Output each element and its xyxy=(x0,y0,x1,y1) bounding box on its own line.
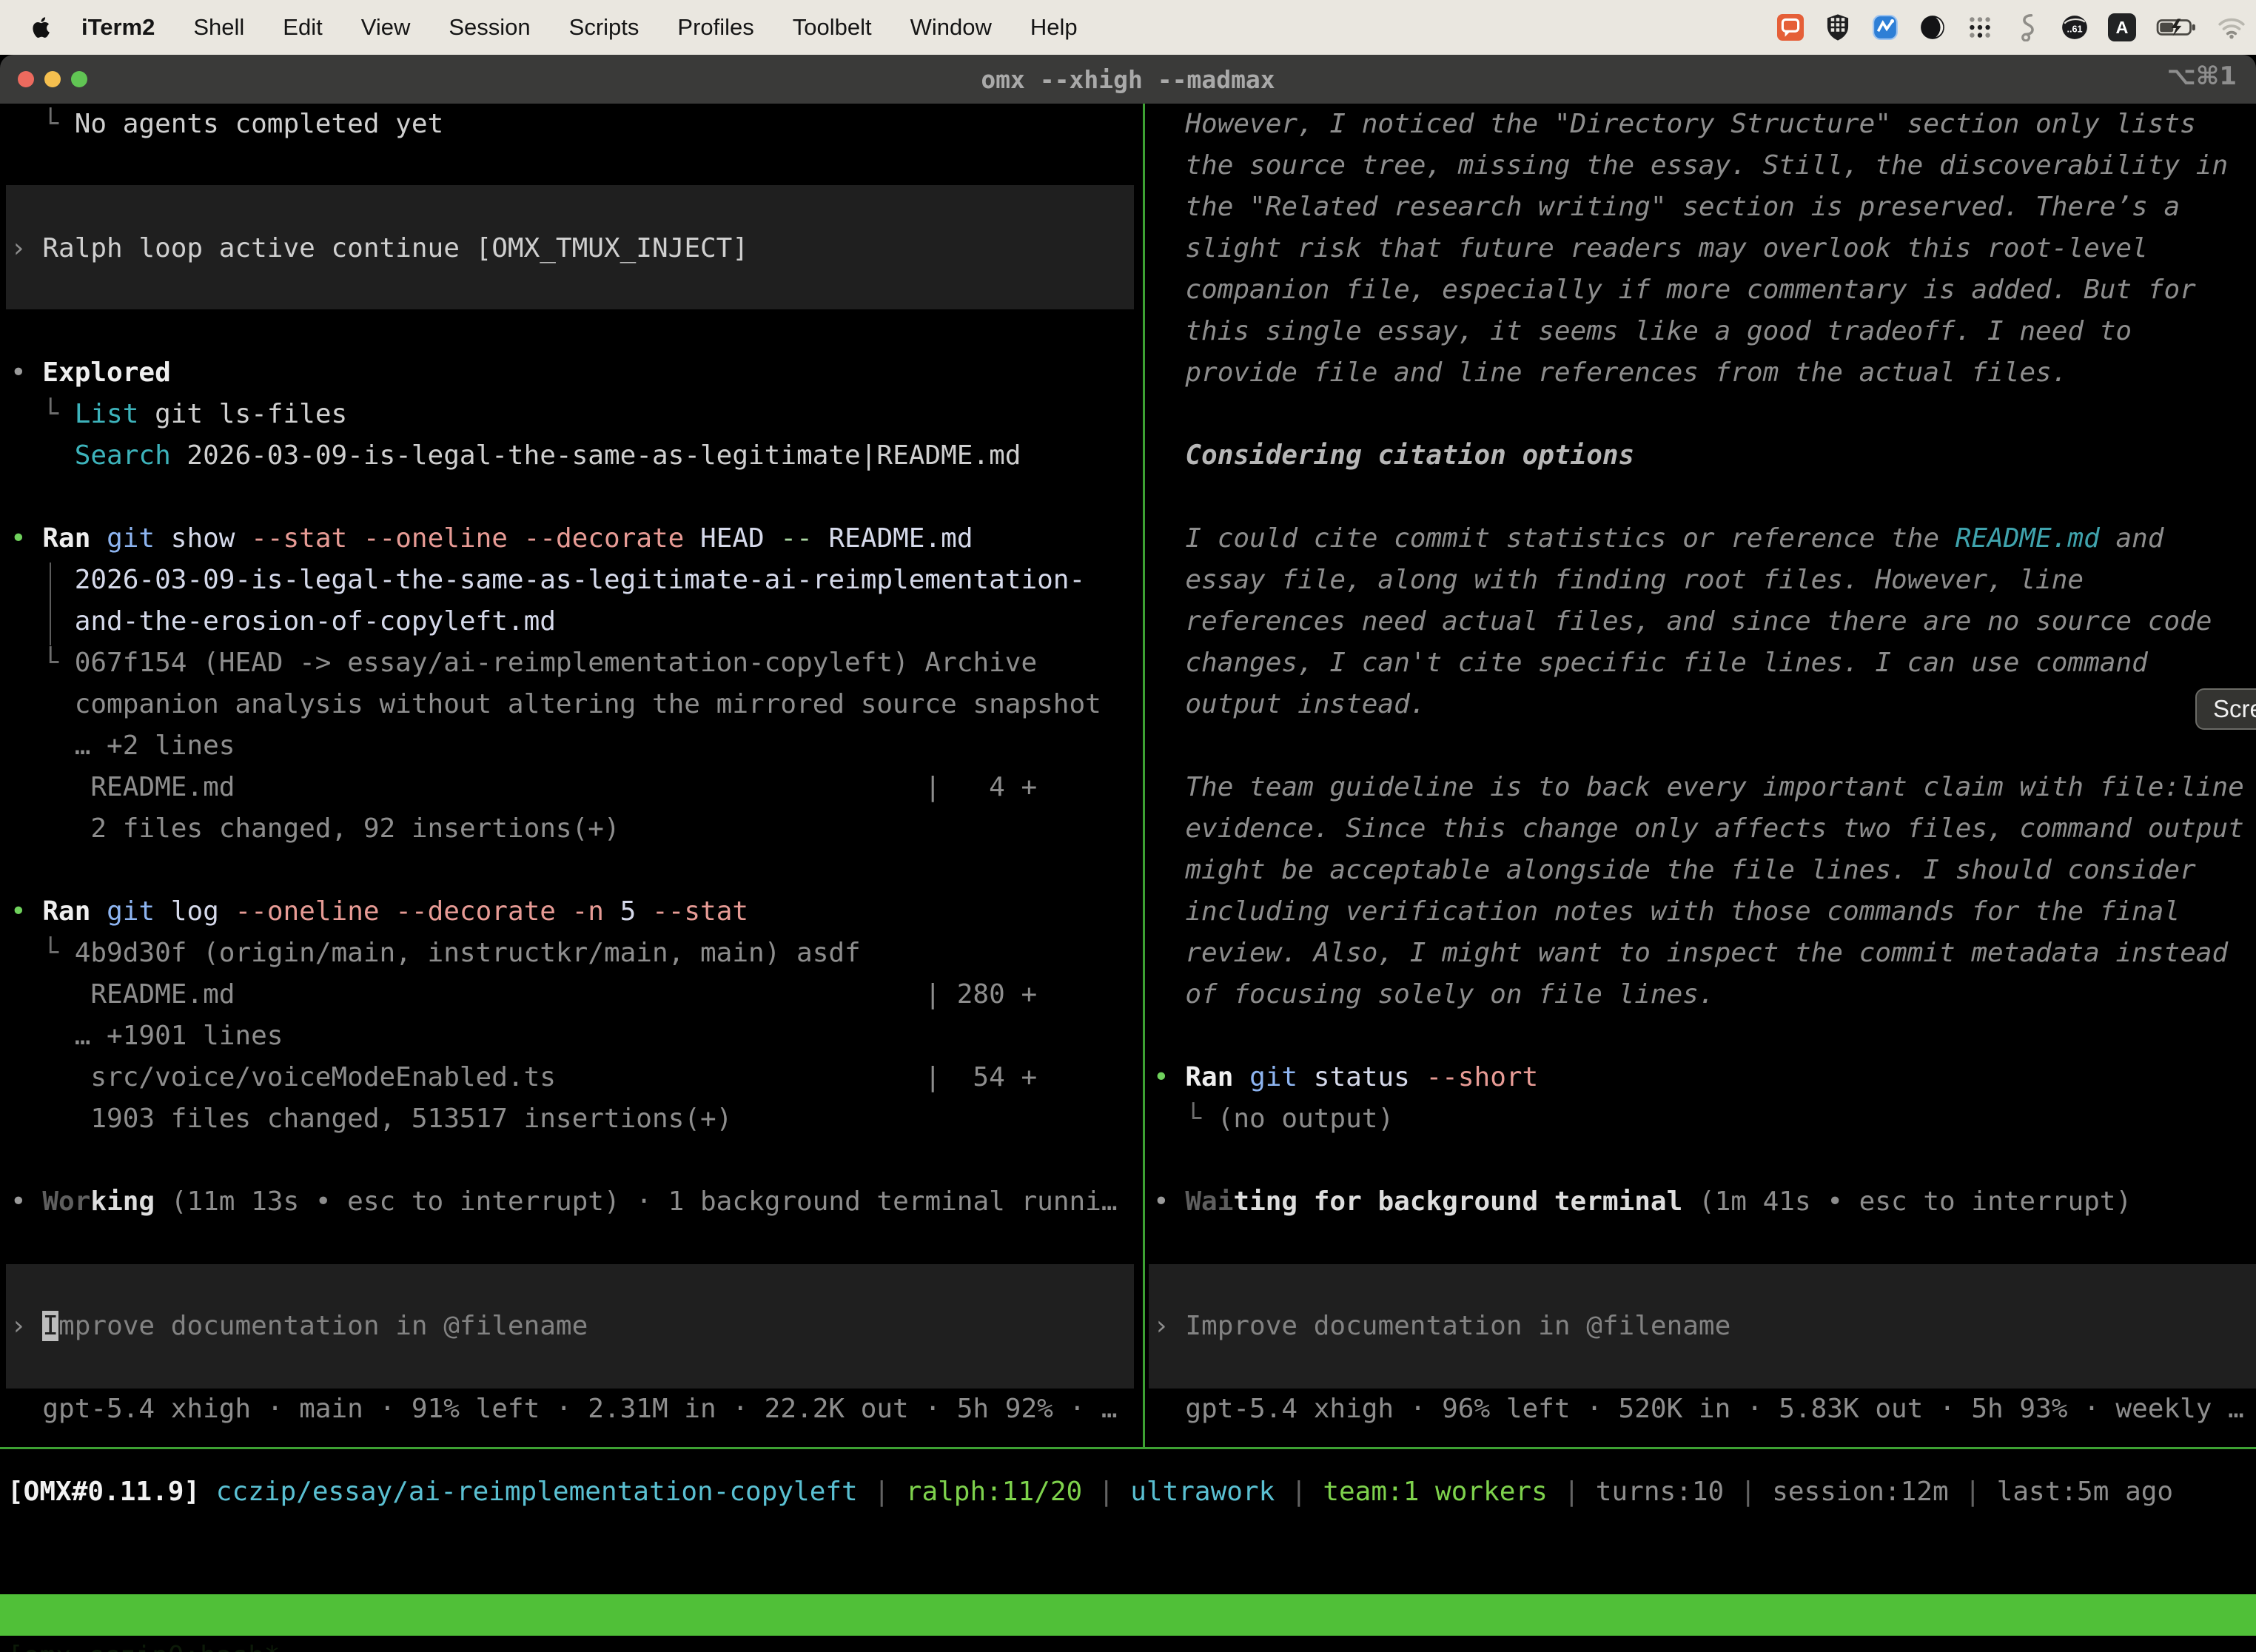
minimize-button[interactable] xyxy=(44,71,61,87)
terminal-line-left: README.md | 280 + xyxy=(10,974,1037,1015)
terminal-line-right: companion file, especially if more comme… xyxy=(1153,269,2196,311)
terminal-line-right: changes, I can't cite specific file line… xyxy=(1153,642,2148,684)
terminal-line-right: Considering citation options xyxy=(1153,435,1634,477)
terminal-line-right: references need actual files, and since … xyxy=(1153,601,2212,642)
terminal-line-right: including verification notes with those … xyxy=(1153,891,2180,933)
apple-menu[interactable] xyxy=(31,16,50,38)
terminal-line-left: and-the-erosion-of-copyleft.md xyxy=(10,601,556,642)
terminal-line-right: The team guideline is to back every impo… xyxy=(1153,767,2244,808)
pane-divider-vertical[interactable] xyxy=(1143,104,1145,1448)
menu-item-help[interactable]: Help xyxy=(1011,14,1097,41)
menu-item-scripts[interactable]: Scripts xyxy=(550,14,659,41)
battery-icon[interactable] xyxy=(2155,13,2198,41)
zigzag-badge-icon[interactable] xyxy=(1871,13,1899,41)
terminal-line-right: provide file and line references from th… xyxy=(1153,352,2067,394)
terminal-line-left: └ 067f154 (HEAD -> essay/ai-reimplementa… xyxy=(10,642,1037,684)
menu-item-view[interactable]: View xyxy=(342,14,430,41)
terminal-line-right: the source tree, missing the essay. Stil… xyxy=(1153,145,2228,187)
terminal-line-left: • Working (11m 13s • esc to interrupt) ·… xyxy=(10,1181,1118,1223)
tmux-status-bar: [omx-cczip0:bash* "MacBook-Pro-44.local"… xyxy=(0,1594,2256,1636)
menu-item-toolbelt[interactable]: Toolbelt xyxy=(773,14,891,41)
terminal-line-left: └ 4b9d30f (origin/main, instructkr/main,… xyxy=(10,933,861,974)
terminal-line-right: slight risk that future readers may over… xyxy=(1153,228,2148,269)
menu-item-shell[interactable]: Shell xyxy=(174,14,263,41)
terminal-line-right: › Improve documentation in @filename xyxy=(1153,1306,1730,1347)
apple-icon xyxy=(31,16,50,38)
pane-divider-horizontal xyxy=(0,1447,2256,1449)
terminal-line-left: └ No agents completed yet xyxy=(10,104,443,145)
terminal-line-left: • Explored xyxy=(10,352,171,394)
terminal-line-left: • Ran git log --oneline --decorate -n 5 … xyxy=(10,891,748,933)
terminal-line-right: this single essay, it seems like a good … xyxy=(1153,311,2132,352)
menu-item-edit[interactable]: Edit xyxy=(263,14,341,41)
terminal-line-right: might be acceptable alongside the file l… xyxy=(1153,850,2196,891)
terminal-line-left: 2026-03-09-is-legal-the-same-as-legitima… xyxy=(10,560,1085,601)
terminal-line-left: companion analysis without altering the … xyxy=(10,684,1101,725)
terminal-line-left: 2 files changed, 92 insertions(+) xyxy=(10,808,620,850)
close-button[interactable] xyxy=(18,71,34,87)
screen-tooltip: Scre xyxy=(2195,688,2256,730)
chat-app-icon[interactable] xyxy=(1776,13,1805,41)
terminal-line-left: • Ran git show --stat --oneline --decora… xyxy=(10,518,973,560)
battery-percent-badge[interactable]: ..61 xyxy=(2061,13,2089,41)
terminal-content: └ No agents completed yet › Ralph loop ac… xyxy=(0,104,2256,1652)
terminal-line-left: › Ralph loop active continue [OMX_TMUX_I… xyxy=(10,228,748,269)
terminal-line-right: └ (no output) xyxy=(1153,1098,1394,1140)
zoom-button[interactable] xyxy=(71,71,87,87)
menu-item-profiles[interactable]: Profiles xyxy=(658,14,773,41)
terminal-line-right: the "Related research writing" section i… xyxy=(1153,187,2180,228)
letter-a-badge[interactable]: A xyxy=(2108,13,2136,41)
svg-text:A: A xyxy=(2116,18,2129,37)
terminal-line-left: › Improve documentation in @filename xyxy=(10,1306,588,1347)
terminal-line-left: └ List git ls-files xyxy=(10,394,347,435)
terminal-line-left: … +2 lines xyxy=(10,725,235,767)
tmux-session-label: [omx-cczip0:bash* xyxy=(7,1636,280,1652)
terminal-line-right: • Ran git status --short xyxy=(1153,1057,1538,1098)
crescent-circle-icon[interactable] xyxy=(1918,13,1947,41)
squiggle-icon[interactable] xyxy=(2013,13,2041,41)
terminal-line-right: review. Also, I might want to inspect th… xyxy=(1153,933,2228,974)
terminal-line-right: evidence. Since this change only affects… xyxy=(1153,808,2244,850)
terminal-line-right: • Waiting for background terminal (1m 41… xyxy=(1153,1181,2132,1223)
terminal-line-left: gpt-5.4 xhigh · main · 91% left · 2.31M … xyxy=(10,1389,1118,1430)
terminal-line-right: essay file, along with finding root file… xyxy=(1153,560,2084,601)
terminal-line-left: README.md | 4 + xyxy=(10,767,1037,808)
screen: iTerm2ShellEditViewSessionScriptsProfile… xyxy=(0,0,2256,1652)
traffic-lights xyxy=(18,55,87,104)
menu-bar-status-icons: ..61 A xyxy=(1776,13,2256,41)
menu-item-session[interactable]: Session xyxy=(429,14,549,41)
menu-bar: iTerm2ShellEditViewSessionScriptsProfile… xyxy=(0,0,2256,55)
terminal-line-left: … +1901 lines xyxy=(10,1015,283,1057)
terminal-line-left: Search 2026-03-09-is-legal-the-same-as-l… xyxy=(10,435,1021,477)
terminal-line-right: of focusing solely on file lines. xyxy=(1153,974,1715,1015)
terminal-line-left: 1903 files changed, 513517 insertions(+) xyxy=(10,1098,732,1140)
terminal-line-right: I could cite commit statistics or refere… xyxy=(1153,518,2163,560)
window-title-bar[interactable]: omx --xhigh --madmax ⌥⌘1 xyxy=(0,55,2256,104)
window-title: omx --xhigh --madmax xyxy=(0,65,2256,94)
window-shortcut-badge: ⌥⌘1 xyxy=(2167,55,2237,98)
menu-item-iterm2[interactable]: iTerm2 xyxy=(62,14,174,41)
terminal-line-right: output instead. xyxy=(1153,684,1426,725)
dots-grid-icon[interactable] xyxy=(1966,13,1994,41)
omx-status-line: [OMX#0.11.9] cczip/essay/ai-reimplementa… xyxy=(7,1471,2173,1513)
terminal-line-right: However, I noticed the "Directory Struct… xyxy=(1153,104,2196,145)
shield-grid-icon[interactable] xyxy=(1824,13,1852,41)
terminal-line-left: src/voice/voiceModeEnabled.ts | 54 + xyxy=(10,1057,1037,1098)
menu-item-window[interactable]: Window xyxy=(891,14,1011,41)
svg-text:..61: ..61 xyxy=(2067,24,2082,34)
terminal-line-right: gpt-5.4 xhigh · 96% left · 520K in · 5.8… xyxy=(1153,1389,2244,1430)
wifi-icon[interactable] xyxy=(2218,13,2246,41)
menu-items: iTerm2ShellEditViewSessionScriptsProfile… xyxy=(62,14,1097,41)
